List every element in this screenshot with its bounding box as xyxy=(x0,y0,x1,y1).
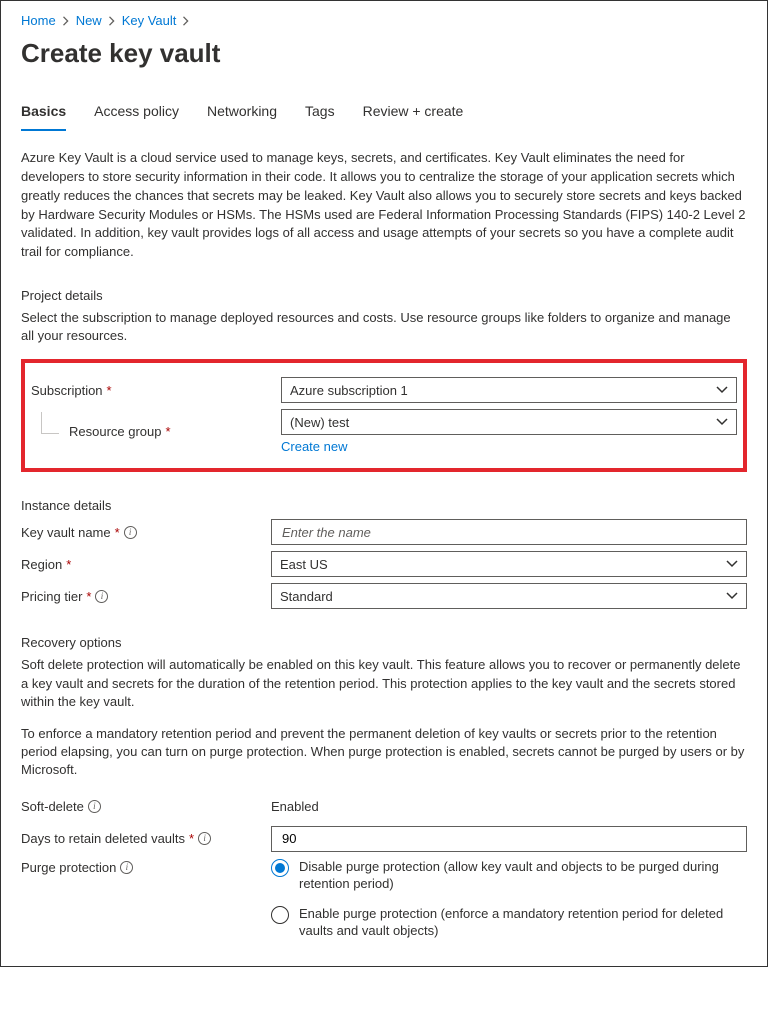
create-new-link[interactable]: Create new xyxy=(281,439,347,454)
pricing-tier-value: Standard xyxy=(280,589,333,604)
breadcrumb: Home New Key Vault xyxy=(21,11,747,34)
subscription-value: Azure subscription 1 xyxy=(290,383,408,398)
region-select[interactable]: East US xyxy=(271,551,747,577)
breadcrumb-item-home[interactable]: Home xyxy=(21,13,56,28)
purge-enable-option[interactable]: Enable purge protection (enforce a manda… xyxy=(271,905,747,940)
purge-disable-label: Disable purge protection (allow key vaul… xyxy=(299,858,747,893)
required-mark: * xyxy=(166,424,171,439)
tab-tags[interactable]: Tags xyxy=(305,97,335,131)
radio-icon xyxy=(271,859,289,877)
chevron-right-icon xyxy=(108,16,116,26)
tab-access-policy[interactable]: Access policy xyxy=(94,97,179,131)
retention-days-label: Days to retain deleted vaults * i xyxy=(21,831,271,846)
required-mark: * xyxy=(115,525,120,540)
project-details-highlight: Subscription * Azure subscription 1 Reso… xyxy=(21,359,747,472)
required-mark: * xyxy=(86,589,91,604)
soft-delete-value: Enabled xyxy=(271,799,319,814)
info-icon[interactable]: i xyxy=(120,861,133,874)
project-details-heading: Project details xyxy=(21,288,747,303)
region-value: East US xyxy=(280,557,328,572)
chevron-down-icon xyxy=(716,418,728,426)
project-details-desc: Select the subscription to manage deploy… xyxy=(21,309,747,345)
tab-networking[interactable]: Networking xyxy=(207,97,277,131)
recovery-options-heading: Recovery options xyxy=(21,635,747,650)
required-mark: * xyxy=(189,831,194,846)
pricing-tier-label: Pricing tier * i xyxy=(21,589,271,604)
chevron-down-icon xyxy=(716,386,728,394)
chevron-right-icon xyxy=(182,16,190,26)
key-vault-name-input[interactable] xyxy=(280,524,738,541)
tabs: Basics Access policy Networking Tags Rev… xyxy=(21,97,747,131)
info-icon[interactable]: i xyxy=(198,832,211,845)
key-vault-name-input-wrapper xyxy=(271,519,747,545)
tab-basics[interactable]: Basics xyxy=(21,97,66,131)
purge-enable-label: Enable purge protection (enforce a manda… xyxy=(299,905,747,940)
recovery-desc-2: To enforce a mandatory retention period … xyxy=(21,725,747,780)
page-title: Create key vault xyxy=(21,38,747,69)
retention-days-input[interactable] xyxy=(280,830,738,847)
chevron-down-icon xyxy=(726,592,738,600)
region-label: Region * xyxy=(21,557,271,572)
subscription-select[interactable]: Azure subscription 1 xyxy=(281,377,737,403)
pricing-tier-select[interactable]: Standard xyxy=(271,583,747,609)
soft-delete-label: Soft-delete i xyxy=(21,799,271,814)
required-mark: * xyxy=(107,383,112,398)
radio-icon xyxy=(271,906,289,924)
tab-review-create[interactable]: Review + create xyxy=(363,97,464,131)
breadcrumb-item-new[interactable]: New xyxy=(76,13,102,28)
recovery-desc-1: Soft delete protection will automaticall… xyxy=(21,656,747,711)
tree-connector-icon xyxy=(41,412,59,434)
info-icon[interactable]: i xyxy=(88,800,101,813)
purge-protection-radio-group: Disable purge protection (allow key vaul… xyxy=(271,858,747,940)
resource-group-value: (New) test xyxy=(290,415,349,430)
chevron-down-icon xyxy=(726,560,738,568)
instance-details-heading: Instance details xyxy=(21,498,747,513)
chevron-right-icon xyxy=(62,16,70,26)
subscription-label: Subscription * xyxy=(31,383,281,398)
purge-protection-label: Purge protection i xyxy=(21,858,271,875)
purge-disable-option[interactable]: Disable purge protection (allow key vaul… xyxy=(271,858,747,893)
resource-group-select[interactable]: (New) test xyxy=(281,409,737,435)
info-icon[interactable]: i xyxy=(124,526,137,539)
info-icon[interactable]: i xyxy=(95,590,108,603)
resource-group-label: Resource group * xyxy=(31,424,281,439)
retention-days-input-wrapper xyxy=(271,826,747,852)
breadcrumb-item-keyvault[interactable]: Key Vault xyxy=(122,13,177,28)
key-vault-name-label: Key vault name * i xyxy=(21,525,271,540)
intro-description: Azure Key Vault is a cloud service used … xyxy=(21,149,747,262)
required-mark: * xyxy=(66,557,71,572)
